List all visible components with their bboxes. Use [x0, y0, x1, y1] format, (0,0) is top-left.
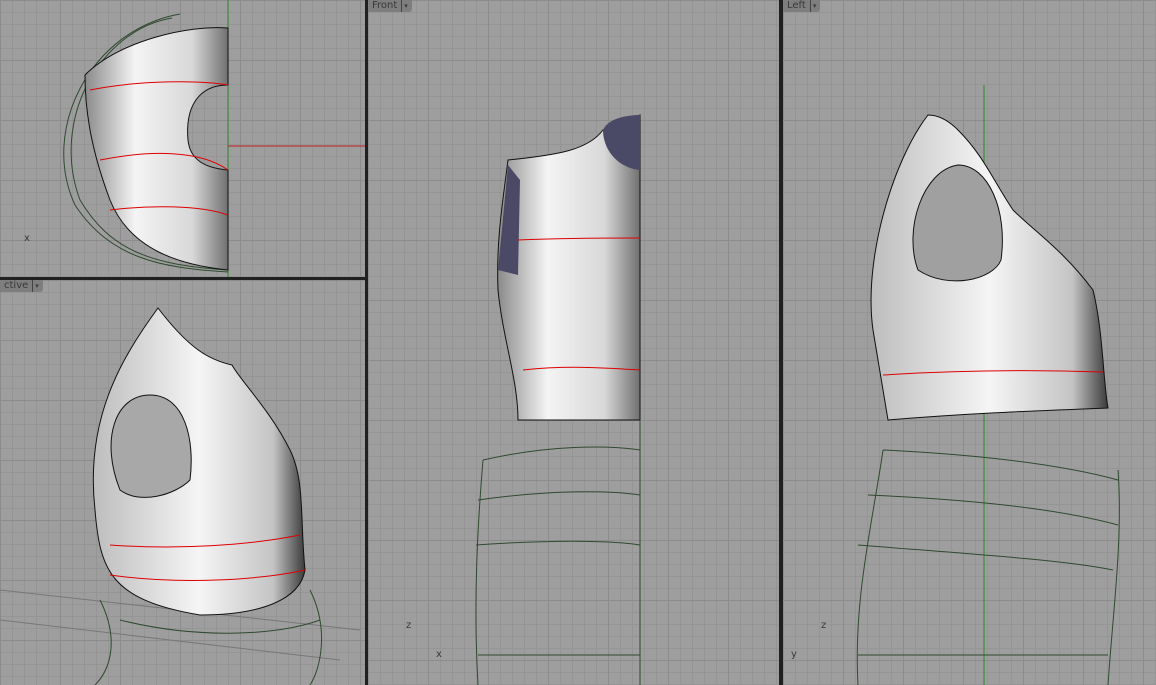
viewport-tab-perspective[interactable]: ctive ▾ — [0, 280, 43, 292]
viewport-tab-front[interactable]: Front ▾ — [368, 0, 412, 12]
axis-label-z: z — [406, 620, 412, 631]
viewport-title: Left — [787, 0, 806, 11]
viewport-title: Front — [372, 0, 398, 11]
viewport-left[interactable]: Left ▾ z y — [783, 0, 1156, 685]
axis-label-x: x — [24, 233, 30, 244]
viewport-perspective[interactable]: ctive ▾ — [0, 280, 365, 685]
dropdown-icon[interactable]: ▾ — [32, 280, 39, 292]
left-view-model — [856, 85, 1120, 685]
dropdown-icon[interactable]: ▾ — [809, 0, 816, 12]
viewport-title: ctive — [4, 280, 29, 291]
axis-label-y: y — [791, 649, 797, 660]
viewport-top[interactable]: x — [0, 0, 365, 277]
dropdown-icon[interactable]: ▾ — [401, 0, 408, 12]
top-view-model — [63, 0, 365, 277]
viewport-front[interactable]: Front ▾ z x — [368, 0, 779, 685]
axis-label-z: z — [821, 620, 827, 631]
axis-label-x: x — [436, 649, 442, 660]
front-view-model — [475, 114, 641, 685]
perspective-view-model — [0, 307, 361, 685]
viewport-tab-left[interactable]: Left ▾ — [783, 0, 821, 12]
